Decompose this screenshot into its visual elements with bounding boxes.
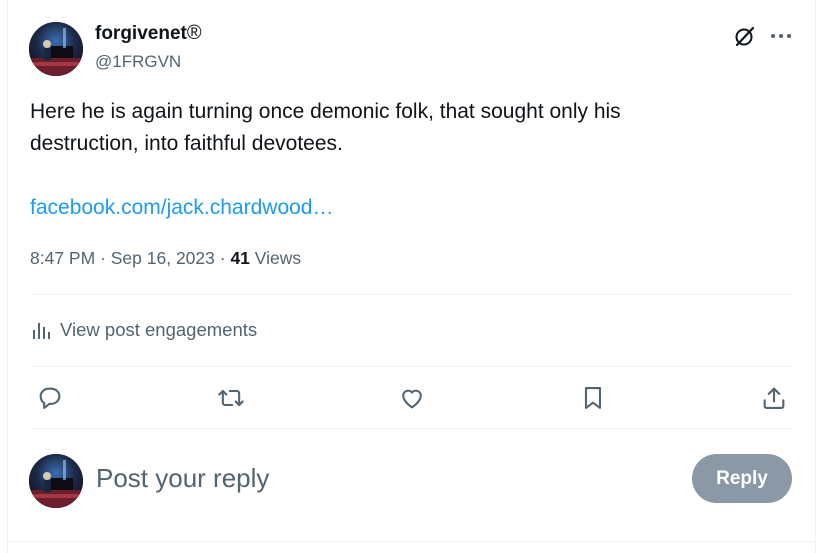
- divider: [30, 294, 794, 295]
- author-avatar[interactable]: [29, 22, 83, 76]
- tweet-time[interactable]: 8:47 PM: [30, 248, 95, 268]
- repost-button[interactable]: [216, 383, 246, 413]
- bookmark-icon: [584, 387, 602, 409]
- divider: [7, 541, 816, 542]
- pianist-avatar-image: [29, 22, 83, 76]
- tweet-link[interactable]: facebook.com/jack.chardwood…: [30, 192, 334, 224]
- tweet-meta: 8:47 PM · Sep 16, 2023 · 41 Views: [30, 246, 301, 270]
- more-options-icon[interactable]: [769, 24, 793, 48]
- analytics-icon: [33, 323, 50, 339]
- like-button[interactable]: [397, 383, 427, 413]
- divider: [30, 428, 794, 429]
- more-icon: [771, 34, 791, 38]
- views-label: Views: [249, 248, 302, 268]
- registered-badge: ®: [186, 22, 202, 44]
- divider: [30, 366, 794, 367]
- current-user-avatar[interactable]: [29, 454, 83, 508]
- view-engagements-link[interactable]: View post engagements: [30, 314, 257, 346]
- repost-icon: [218, 389, 244, 407]
- reply-button[interactable]: [35, 383, 65, 413]
- views-count: 41: [230, 248, 250, 268]
- grok-icon[interactable]: [733, 24, 757, 48]
- reply-icon: [39, 387, 61, 409]
- author-name-text: forgivenet: [95, 23, 187, 44]
- reply-input[interactable]: Post your reply: [96, 460, 269, 496]
- like-icon: [402, 389, 422, 409]
- author-handle[interactable]: @1FRGVN: [95, 52, 181, 72]
- author-name[interactable]: forgivenet®: [95, 22, 202, 45]
- meta-separator: ·: [214, 248, 231, 268]
- grok-icon-glyph: [735, 26, 755, 47]
- share-icon: [763, 387, 785, 409]
- meta-separator: ·: [95, 248, 111, 268]
- reply-submit-button[interactable]: Reply: [692, 454, 792, 503]
- pianist-avatar-image: [29, 454, 83, 508]
- tweet-text: Here he is again turning once demonic fo…: [30, 100, 621, 155]
- tweet-date[interactable]: Sep 16, 2023: [111, 248, 215, 268]
- share-button[interactable]: [759, 383, 789, 413]
- bookmark-button[interactable]: [578, 383, 608, 413]
- view-engagements-label: View post engagements: [60, 319, 258, 340]
